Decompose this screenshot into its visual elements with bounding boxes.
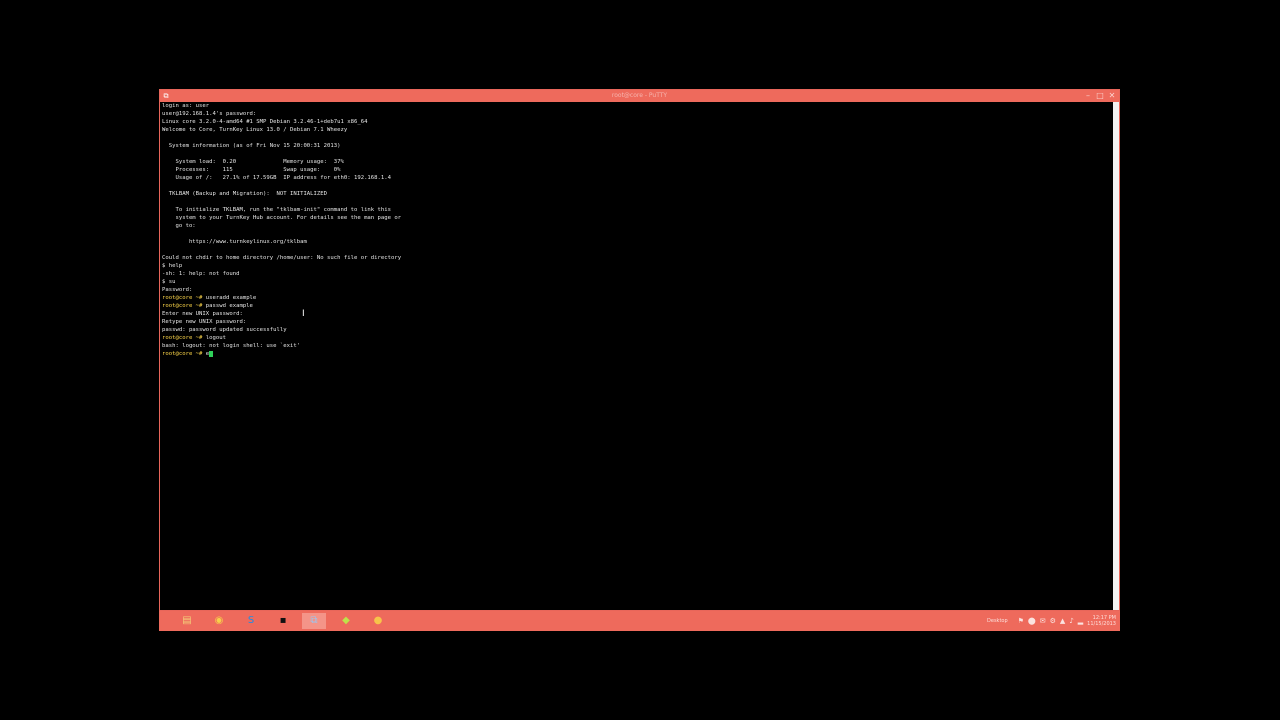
terminal-scrollbar[interactable] (1113, 102, 1119, 610)
terminal-line: Welcome to Core, TurnKey Linux 13.0 / De… (162, 127, 348, 133)
taskbar-chrome-icon[interactable]: ◉ (207, 613, 231, 629)
minimize-button[interactable]: – (1083, 91, 1093, 101)
terminal-line: Processes: 115 Swap usage: 0% (162, 167, 341, 173)
shell-prompt: root@core ~# (162, 351, 206, 357)
terminal-line: Linux core 3.2.0-4-amd64 #1 SMP Debian 3… (162, 119, 368, 125)
window-title: root@core - PuTTY (611, 92, 668, 99)
taskbar-skype-icon[interactable]: S (239, 613, 263, 629)
terminal-session-line: Retype new UNIX password: (162, 318, 246, 326)
shell-command: passwd example (205, 303, 253, 309)
taskbar-command-prompt-icon[interactable]: ▪ (271, 613, 295, 629)
shell-output: Enter new UNIX password: (162, 311, 243, 317)
desktop-toolbar-label[interactable]: Desktop (987, 618, 1008, 624)
taskbar-app-7-icon[interactable]: ● (366, 613, 390, 629)
terminal-session-line: root@core ~# passwd example (162, 302, 253, 310)
terminal-input-line[interactable]: root@core ~# e (162, 350, 214, 358)
close-button[interactable]: ✕ (1107, 91, 1117, 101)
app-tray-icon[interactable]: ⬤ (1028, 617, 1036, 625)
ibeam-cursor-icon: I (302, 309, 305, 319)
terminal-line: Password: (162, 287, 193, 293)
terminal-line: System information (as of Fri Nov 15 20:… (162, 143, 341, 149)
mail-icon[interactable]: ✉ (1040, 617, 1046, 625)
shell-output: bash: logout: not login shell: use `exit… (162, 343, 301, 349)
settings-icon[interactable]: ⚙ (1050, 617, 1056, 625)
terminal-line: user@192.168.1.4's password: (162, 111, 257, 117)
shell-prompt: root@core ~# (162, 335, 206, 341)
taskbar: ▤ ◉ S ▪ ⧉ ◆ ● Desktop ⚑ ⬤ ✉ ⚙ ▲ ♪ ▂ 12:1… (159, 611, 1120, 631)
terminal-session-line: root@core ~# useradd example (162, 294, 256, 302)
shell-output: Retype new UNIX password: (162, 319, 247, 325)
putty-window[interactable]: ⧉ root@core - PuTTY – □ ✕ login as: user… (159, 89, 1120, 611)
terminal-area[interactable]: login as: user user@192.168.1.4's passwo… (160, 102, 1113, 610)
network-icon[interactable]: ▂ (1078, 617, 1083, 625)
shell-output: passwd: password updated successfully (162, 327, 287, 333)
terminal-line: go to: (162, 223, 196, 229)
terminal-line: Could not chdir to home directory /home/… (162, 255, 402, 261)
terminal-line: Usage of /: 27.1% of 17.59GB IP address … (162, 175, 392, 181)
terminal-session-line: passwd: password updated successfully (162, 326, 287, 334)
system-tray: Desktop ⚑ ⬤ ✉ ⚙ ▲ ♪ ▂ 12:17 PM 11/15/201… (987, 611, 1116, 631)
shell-prompt: root@core ~# (162, 295, 206, 301)
text-cursor (209, 350, 214, 357)
window-titlebar[interactable]: ⧉ root@core - PuTTY – □ ✕ (160, 90, 1119, 102)
terminal-session-line: bash: logout: not login shell: use `exit… (162, 342, 300, 350)
flag-icon[interactable]: ⚑ (1018, 617, 1024, 625)
show-hidden-icons-icon[interactable]: ▲ (1060, 617, 1065, 625)
terminal-line: To initialize TKLBAM, run the "tklbam-in… (162, 207, 392, 213)
terminal-line: $ su (162, 279, 176, 285)
terminal-line: -sh: 1: help: not found (162, 271, 240, 277)
shell-command: logout (205, 335, 226, 341)
taskbar-file-explorer-icon[interactable]: ▤ (175, 613, 199, 629)
terminal-line: TKLBAM (Backup and Migration): NOT INITI… (162, 191, 328, 197)
terminal-session-line: Enter new UNIX password: (162, 310, 243, 318)
taskbar-app-6-icon[interactable]: ◆ (334, 613, 358, 629)
terminal-line: system to your TurnKey Hub account. For … (162, 215, 402, 221)
terminal-line: https://www.turnkeylinux.org/tklbam (162, 239, 307, 245)
taskbar-putty-icon[interactable]: ⧉ (302, 613, 326, 629)
clock[interactable]: 12:17 PM 11/15/2013 (1087, 615, 1116, 627)
terminal-session-line: root@core ~# logout (162, 334, 226, 342)
clock-date: 11/15/2013 (1087, 621, 1116, 627)
terminal-line: System load: 0.20 Memory usage: 37% (162, 159, 344, 165)
volume-icon[interactable]: ♪ (1069, 617, 1073, 625)
terminal-line: login as: user (162, 103, 210, 109)
shell-command: useradd example (205, 295, 257, 301)
shell-prompt: root@core ~# (162, 303, 206, 309)
terminal-line: $ help (162, 263, 183, 269)
maximize-button[interactable]: □ (1095, 91, 1105, 101)
